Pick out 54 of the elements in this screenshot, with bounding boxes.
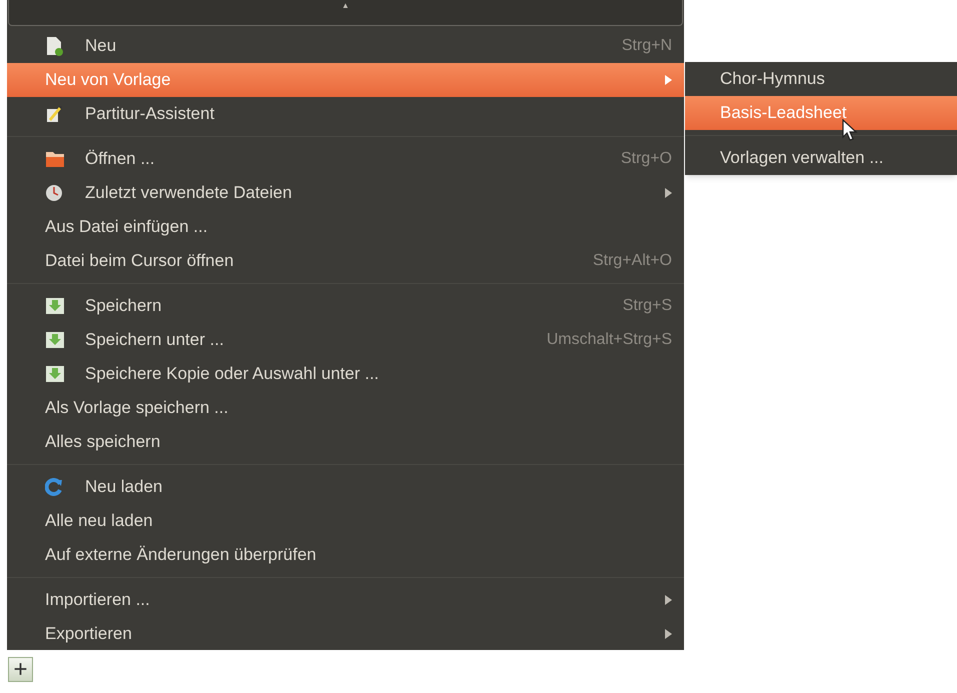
menu-item-label: Neu laden bbox=[85, 476, 163, 498]
menu-item[interactable]: Zuletzt verwendete Dateien bbox=[7, 176, 684, 210]
menu-item[interactable]: Importieren ... bbox=[7, 583, 684, 617]
menu-item-label: Aus Datei einfügen ... bbox=[45, 216, 208, 238]
menu-item-label: Zuletzt verwendete Dateien bbox=[85, 182, 292, 204]
menu-item-label: Datei beim Cursor öffnen bbox=[45, 250, 234, 272]
menu-item[interactable]: Alle neu laden bbox=[7, 504, 684, 538]
menu-item-label: Exportieren bbox=[45, 623, 132, 646]
menu-item-label: Neu bbox=[85, 35, 116, 58]
menu-item[interactable]: Partitur-Assistent bbox=[7, 97, 684, 131]
menu-item[interactable]: Alles speichern bbox=[7, 425, 684, 459]
menu-item-label: Auf externe Änderungen überprüfen bbox=[45, 544, 316, 566]
shortcut-label: Strg+Alt+O bbox=[592, 251, 672, 271]
menu-item-label: Chor-Hymnus bbox=[720, 68, 825, 90]
menu-item-label: Öffnen ... bbox=[85, 148, 155, 170]
menu-item[interactable]: Chor-Hymnus bbox=[685, 62, 957, 96]
document-icon bbox=[45, 36, 63, 56]
menu-item[interactable]: Speichern unter ... Umschalt+Strg+S bbox=[7, 323, 684, 357]
menu-item[interactable]: Auf externe Änderungen überprüfen bbox=[7, 538, 684, 572]
menu-item[interactable]: Öffnen ... Strg+O bbox=[7, 142, 684, 176]
menu-item[interactable]: Als Vorlage speichern ... bbox=[7, 391, 684, 425]
download-tray-icon bbox=[45, 365, 65, 383]
menu-item[interactable]: Datei beim Cursor öffnen Strg+Alt+O bbox=[7, 244, 684, 278]
menu-item-label: Speichere Kopie oder Auswahl unter ... bbox=[85, 363, 379, 386]
shortcut-label: Strg+S bbox=[622, 296, 672, 316]
menu-item-label: Als Vorlage speichern ... bbox=[45, 397, 228, 420]
shortcut-label: Umschalt+Strg+S bbox=[546, 330, 672, 350]
menu-item-label: Vorlagen verwalten ... bbox=[720, 147, 884, 170]
menu-item[interactable]: Exportieren bbox=[7, 617, 684, 651]
folder-icon bbox=[45, 149, 65, 169]
menu-item-label: Alle neu laden bbox=[45, 510, 153, 532]
pencil-icon bbox=[45, 104, 63, 124]
shortcut-label: Strg+O bbox=[620, 149, 672, 169]
menu-item[interactable]: Aus Datei einfügen ... bbox=[7, 210, 684, 244]
menu-item[interactable]: Speichere Kopie oder Auswahl unter ... bbox=[7, 357, 684, 391]
menu-item-label: Alles speichern bbox=[45, 431, 160, 454]
menu-item-label: Speichern bbox=[85, 295, 162, 318]
scroll-up-button[interactable]: ▲ bbox=[8, 0, 683, 26]
menu-item-label: Importieren ... bbox=[45, 589, 150, 612]
menu-item-label: Partitur-Assistent bbox=[85, 103, 214, 126]
download-tray-icon bbox=[45, 331, 65, 349]
download-tray-icon bbox=[45, 297, 65, 315]
reload-icon bbox=[45, 478, 63, 496]
menu-item-label: Basis-Leadsheet bbox=[720, 102, 847, 124]
scroll-arrow: ▲ bbox=[342, 0, 350, 12]
menu-item[interactable]: Neu Strg+N bbox=[7, 29, 684, 63]
clock-icon bbox=[45, 184, 63, 202]
menu-item[interactable]: Vorlagen verwalten ... bbox=[685, 141, 957, 175]
menu-item-label: Speichern unter ... bbox=[85, 329, 224, 352]
menu-item-label: Neu von Vorlage bbox=[45, 69, 171, 92]
menu-item[interactable]: Speichern Strg+S bbox=[7, 289, 684, 323]
shortcut-label: Strg+N bbox=[622, 36, 672, 56]
menu-item[interactable]: Neu laden bbox=[7, 470, 684, 504]
add-button[interactable]: + bbox=[8, 657, 33, 682]
